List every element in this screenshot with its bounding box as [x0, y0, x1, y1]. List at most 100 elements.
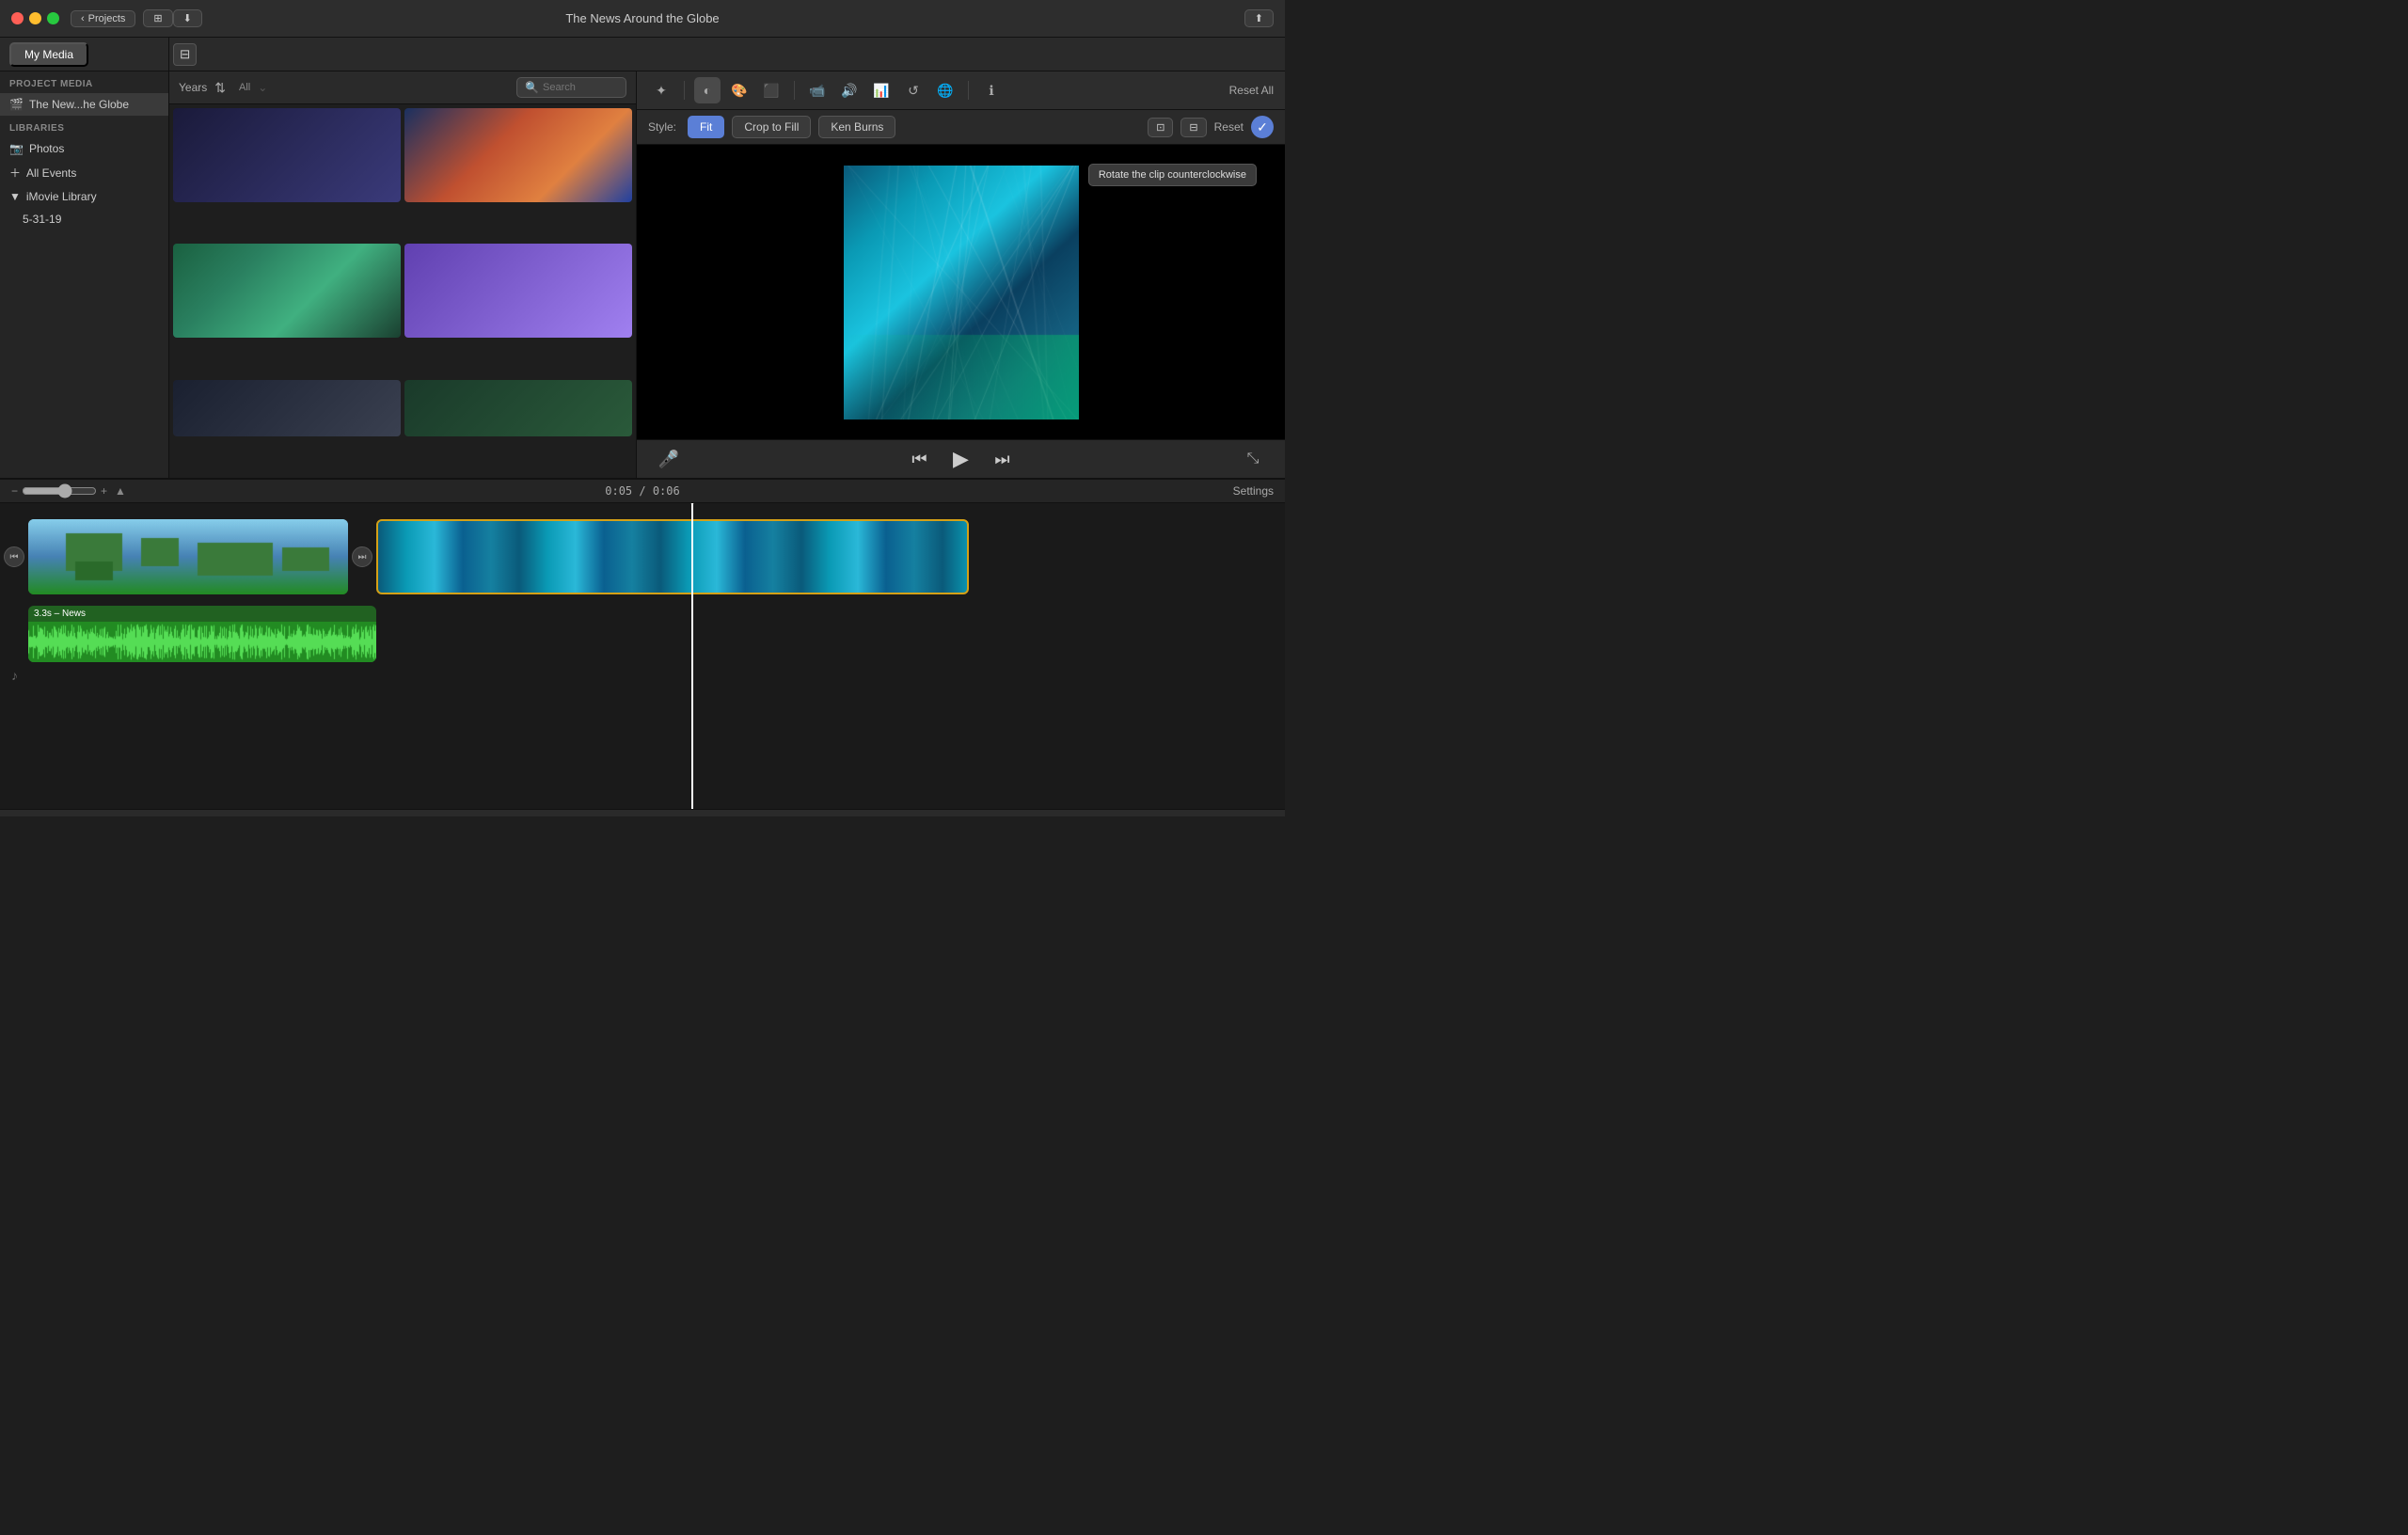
track-handle-btn-left[interactable]: ⏮ [4, 546, 24, 567]
content-split: Years ⇅ All ⌄ 🔍 [169, 71, 1285, 478]
zoom-triangle-icon: ▲ [115, 484, 126, 498]
share-icon: ⬆ [1255, 12, 1263, 24]
speed-icon[interactable]: ↺ [900, 77, 927, 103]
crop-icon[interactable]: ⬛ [758, 77, 784, 103]
preview-viewport: Rotate the clip counterclockwise [637, 145, 1285, 439]
color-icon[interactable]: 🎨 [726, 77, 752, 103]
aspect-ratio-square-button[interactable]: ⊟ [1180, 118, 1206, 137]
library-view-button[interactable]: ⊞ [143, 9, 172, 27]
mic-button[interactable]: 🎤 [656, 446, 682, 472]
fullscreen-button[interactable]: ⤡ [1240, 446, 1266, 472]
back-chevron-icon: ‹ [81, 13, 85, 24]
project-label: The New...he Globe [29, 98, 129, 111]
search-input[interactable] [543, 82, 618, 93]
info-icon[interactable]: ℹ [978, 77, 1005, 103]
equalizer-icon[interactable]: 📊 [868, 77, 895, 103]
sidebar-item-5-31-19[interactable]: 5-31-19 [0, 208, 168, 230]
style-fit-button[interactable]: Fit [688, 116, 724, 138]
timeline-timecode: 0:05 / 0:06 [605, 484, 679, 498]
film-icon: 🎬 [9, 98, 24, 111]
inspector-sep-1 [684, 81, 685, 100]
rotate-tooltip: Rotate the clip counterclockwise [1088, 164, 1257, 186]
close-button[interactable] [11, 12, 24, 24]
globe-icon[interactable]: 🌐 [932, 77, 958, 103]
all-events-icon: ＋ [9, 165, 21, 181]
playhead-indicator [687, 503, 698, 505]
volume-icon[interactable]: 🔊 [836, 77, 863, 103]
skip-back-button[interactable]: ⏮ [907, 446, 933, 472]
sidebar-item-project[interactable]: 🎬 The New...he Globe [0, 93, 168, 116]
nav-tabs: My Media [0, 38, 168, 71]
style-bar: Style: Fit Crop to Fill Ken Burns ⊡ ⊟ Re… [637, 110, 1285, 145]
style-crop-to-fill-button[interactable]: Crop to Fill [732, 116, 811, 138]
sidebar-item-photos[interactable]: 📷 Photos [0, 137, 168, 160]
media-thumb-screenshot2[interactable] [404, 380, 632, 436]
main-content: ⊟ Years ⇅ All ⌄ 🔍 [169, 38, 1285, 478]
download-icon: ⬇ [183, 12, 192, 24]
maximize-button[interactable] [47, 12, 59, 24]
reset-button[interactable]: Reset [1214, 120, 1244, 134]
style-label: Style: [648, 120, 676, 134]
media-area: Years ⇅ All ⌄ 🔍 [169, 71, 636, 478]
reset-all-button[interactable]: Reset All [1229, 84, 1274, 97]
window-title: The News Around the Globe [565, 11, 719, 25]
photos-icon: 📷 [9, 142, 24, 155]
magic-wand-icon[interactable]: ✦ [648, 77, 674, 103]
play-pause-button[interactable]: ▶ [948, 446, 974, 472]
audio-waveform [28, 622, 376, 662]
media-thumb-scrabble[interactable] [173, 108, 401, 202]
media-thumb-trello[interactable] [404, 244, 632, 338]
download-button[interactable]: ⬇ [173, 9, 202, 27]
style-ken-burns-button[interactable]: Ken Burns [818, 116, 895, 138]
preview-panel: ✦ ◐ 🎨 ⬛ 📹 🔊 📊 ↺ 🌐 ℹ Reset All [636, 71, 1285, 478]
playback-controls: ⏮ ▶ ⏭ [907, 446, 1016, 472]
balance-icon[interactable]: ◐ [694, 77, 721, 103]
sidebar-item-all-events[interactable]: ＋ All Events [0, 160, 168, 185]
music-note-icon: ♪ [11, 668, 18, 683]
preview-video [844, 166, 1079, 419]
settings-label: Settings [1233, 484, 1274, 498]
title-bar-right: ⬆ [1244, 9, 1274, 27]
minimize-button[interactable] [29, 12, 41, 24]
media-thumb-waterfall[interactable] [173, 244, 401, 338]
zoom-out-icon[interactable]: − [11, 484, 18, 498]
project-media-title: PROJECT MEDIA [0, 71, 168, 93]
timeline-header: − + ▲ 0:05 / 0:06 Settings [0, 480, 1285, 503]
inspector-sep-2 [794, 81, 795, 100]
library-label: iMovie Library [26, 190, 97, 203]
date-label: 5-31-19 [23, 213, 61, 226]
media-thumb-screenshot1[interactable] [173, 380, 401, 436]
media-thumb-winter[interactable] [404, 108, 632, 202]
timeline-scrollbar[interactable] [0, 809, 1285, 816]
settings-button[interactable]: Settings [1233, 484, 1274, 498]
world-map-canvas [28, 519, 348, 594]
back-projects-button[interactable]: ‹ Projects [71, 10, 135, 27]
clip-world-map[interactable] [28, 519, 348, 594]
camera-stabilize-icon[interactable]: 📹 [804, 77, 831, 103]
sidebar-item-imovie-library[interactable]: ▼ iMovie Library [0, 185, 168, 208]
audio-clip-label: 3.3s – News [28, 606, 376, 622]
layout-toggle-button[interactable]: ⊟ [173, 43, 197, 66]
aspect-ratio-wide-button[interactable]: ⊡ [1148, 118, 1173, 137]
clip-waterfall[interactable] [376, 519, 969, 594]
timeline-section: − + ▲ 0:05 / 0:06 Settings ⏮ [0, 480, 1285, 816]
zoom-in-icon[interactable]: + [101, 484, 107, 498]
zoom-slider[interactable] [22, 483, 97, 498]
track-handle-right: ⏭ [348, 514, 376, 599]
search-box[interactable]: 🔍 [516, 77, 626, 98]
inspector-sep-3 [968, 81, 969, 100]
playback-bar: 🎤 ⏮ ▶ ⏭ ⤡ [637, 439, 1285, 478]
filter-arrows-icon: ⇅ [214, 80, 226, 96]
waveform-canvas [28, 622, 376, 662]
library-expand-icon: ▼ [9, 190, 21, 203]
timeline-tracks: ⏮ ⏭ 3.3s – News [0, 503, 1285, 809]
app-body: My Media PROJECT MEDIA 🎬 The New...he Gl… [0, 38, 1285, 816]
tab-my-media[interactable]: My Media [9, 42, 88, 67]
all-filter[interactable]: All [239, 82, 250, 93]
skip-forward-button[interactable]: ⏭ [990, 446, 1016, 472]
share-button[interactable]: ⬆ [1244, 9, 1274, 27]
confirm-button[interactable]: ✓ [1251, 116, 1274, 138]
audio-clip[interactable]: 3.3s – News [28, 606, 376, 662]
track-handle-btn-right[interactable]: ⏭ [352, 546, 372, 567]
media-grid [169, 104, 636, 478]
